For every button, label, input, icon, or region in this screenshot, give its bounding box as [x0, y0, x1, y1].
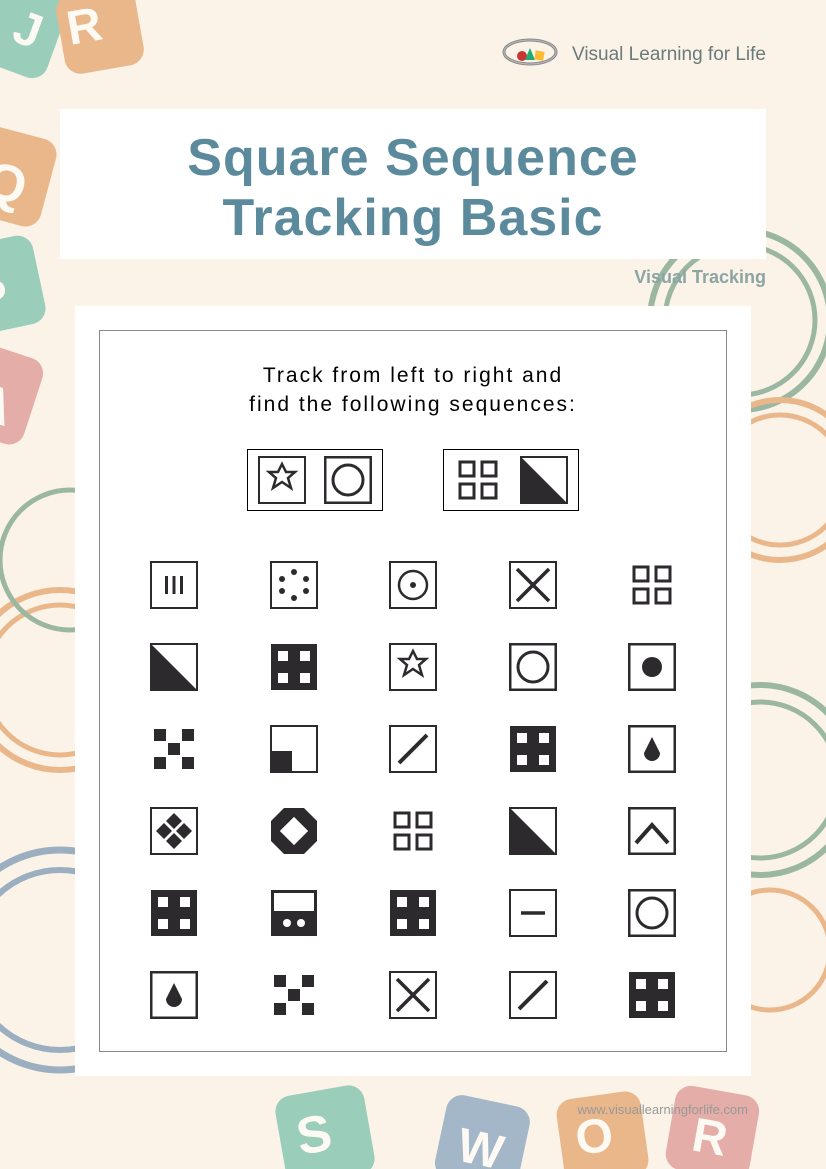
tile-tri-bl-icon: [509, 807, 557, 855]
tile-half-bottom-icon: [270, 889, 318, 937]
tile-cross-dots-icon: [628, 971, 676, 1019]
tile-circle-icon: [509, 643, 557, 691]
tile-tri-bl-icon: [520, 456, 568, 504]
tile-diag-icon: [509, 971, 557, 1019]
tile-star-icon: [389, 643, 437, 691]
tile-four-small-icon: [454, 456, 502, 504]
title-line-2: Tracking Basic: [100, 189, 726, 249]
title-panel: Square Sequence Tracking Basic: [60, 109, 766, 259]
svg-text:W: W: [453, 1119, 509, 1169]
svg-text:S: S: [292, 1104, 336, 1167]
target-sequences: [247, 449, 579, 511]
instruction: Track from left to right and find the fo…: [249, 361, 577, 420]
tile-cdot-icon: [389, 561, 437, 609]
tile-drop-icon: [628, 725, 676, 773]
tile-four-small-icon: [389, 807, 437, 855]
tile-cross-dots-icon: [389, 889, 437, 937]
eye-logo-icon: [500, 35, 560, 74]
tile-circle-icon: [628, 889, 676, 937]
tile-bars3-icon: [150, 561, 198, 609]
tile-cross-dots-icon: [270, 643, 318, 691]
title-line-1: Square Sequence: [100, 129, 726, 189]
footer-url: www.visuallearningforlife.com: [577, 1102, 748, 1117]
grid-row: [150, 725, 676, 773]
subtitle: Visual Tracking: [0, 259, 826, 288]
worksheet-card: Track from left to right and find the fo…: [75, 306, 751, 1076]
tile-diag-icon: [389, 725, 437, 773]
grid-row: [150, 971, 676, 1019]
tile-checker5-icon: [150, 725, 198, 773]
tile-checker5-icon: [270, 971, 318, 1019]
tile-cross-dots-icon: [150, 889, 198, 937]
svg-text:R: R: [688, 1109, 731, 1167]
tile-tri-bl-icon: [150, 643, 198, 691]
tile-circle-icon: [324, 456, 372, 504]
tile-x-icon: [509, 561, 557, 609]
grid-row: [150, 807, 676, 855]
tile-diamonds-icon: [150, 807, 198, 855]
tile-x-icon: [389, 971, 437, 1019]
brand-text: Visual Learning for Life: [572, 44, 766, 66]
worksheet-border: Track from left to right and find the fo…: [99, 330, 727, 1052]
tile-minus-icon: [509, 889, 557, 937]
tile-oct-corners-icon: [270, 807, 318, 855]
target-pair: [247, 449, 383, 511]
svg-text:A: A: [0, 371, 20, 438]
tile-cross-dots-icon: [509, 725, 557, 773]
header: Visual Learning for Life Square Sequence…: [0, 0, 826, 288]
tile-peak-icon: [628, 807, 676, 855]
tile-drop-icon: [150, 971, 198, 1019]
instruction-line2: find the following sequences:: [249, 390, 577, 419]
tile-grid: [140, 561, 686, 1019]
instruction-line1: Track from left to right and: [249, 361, 577, 390]
target-pair: [443, 449, 579, 511]
grid-row: [150, 889, 676, 937]
tile-solid-dot-icon: [628, 643, 676, 691]
grid-row: [150, 643, 676, 691]
tile-small-bl-icon: [270, 725, 318, 773]
tile-four-small-icon: [628, 561, 676, 609]
grid-row: [150, 561, 676, 609]
tile-star-icon: [258, 456, 306, 504]
brand-row: Visual Learning for Life: [0, 35, 826, 74]
tile-dots6-icon: [270, 561, 318, 609]
